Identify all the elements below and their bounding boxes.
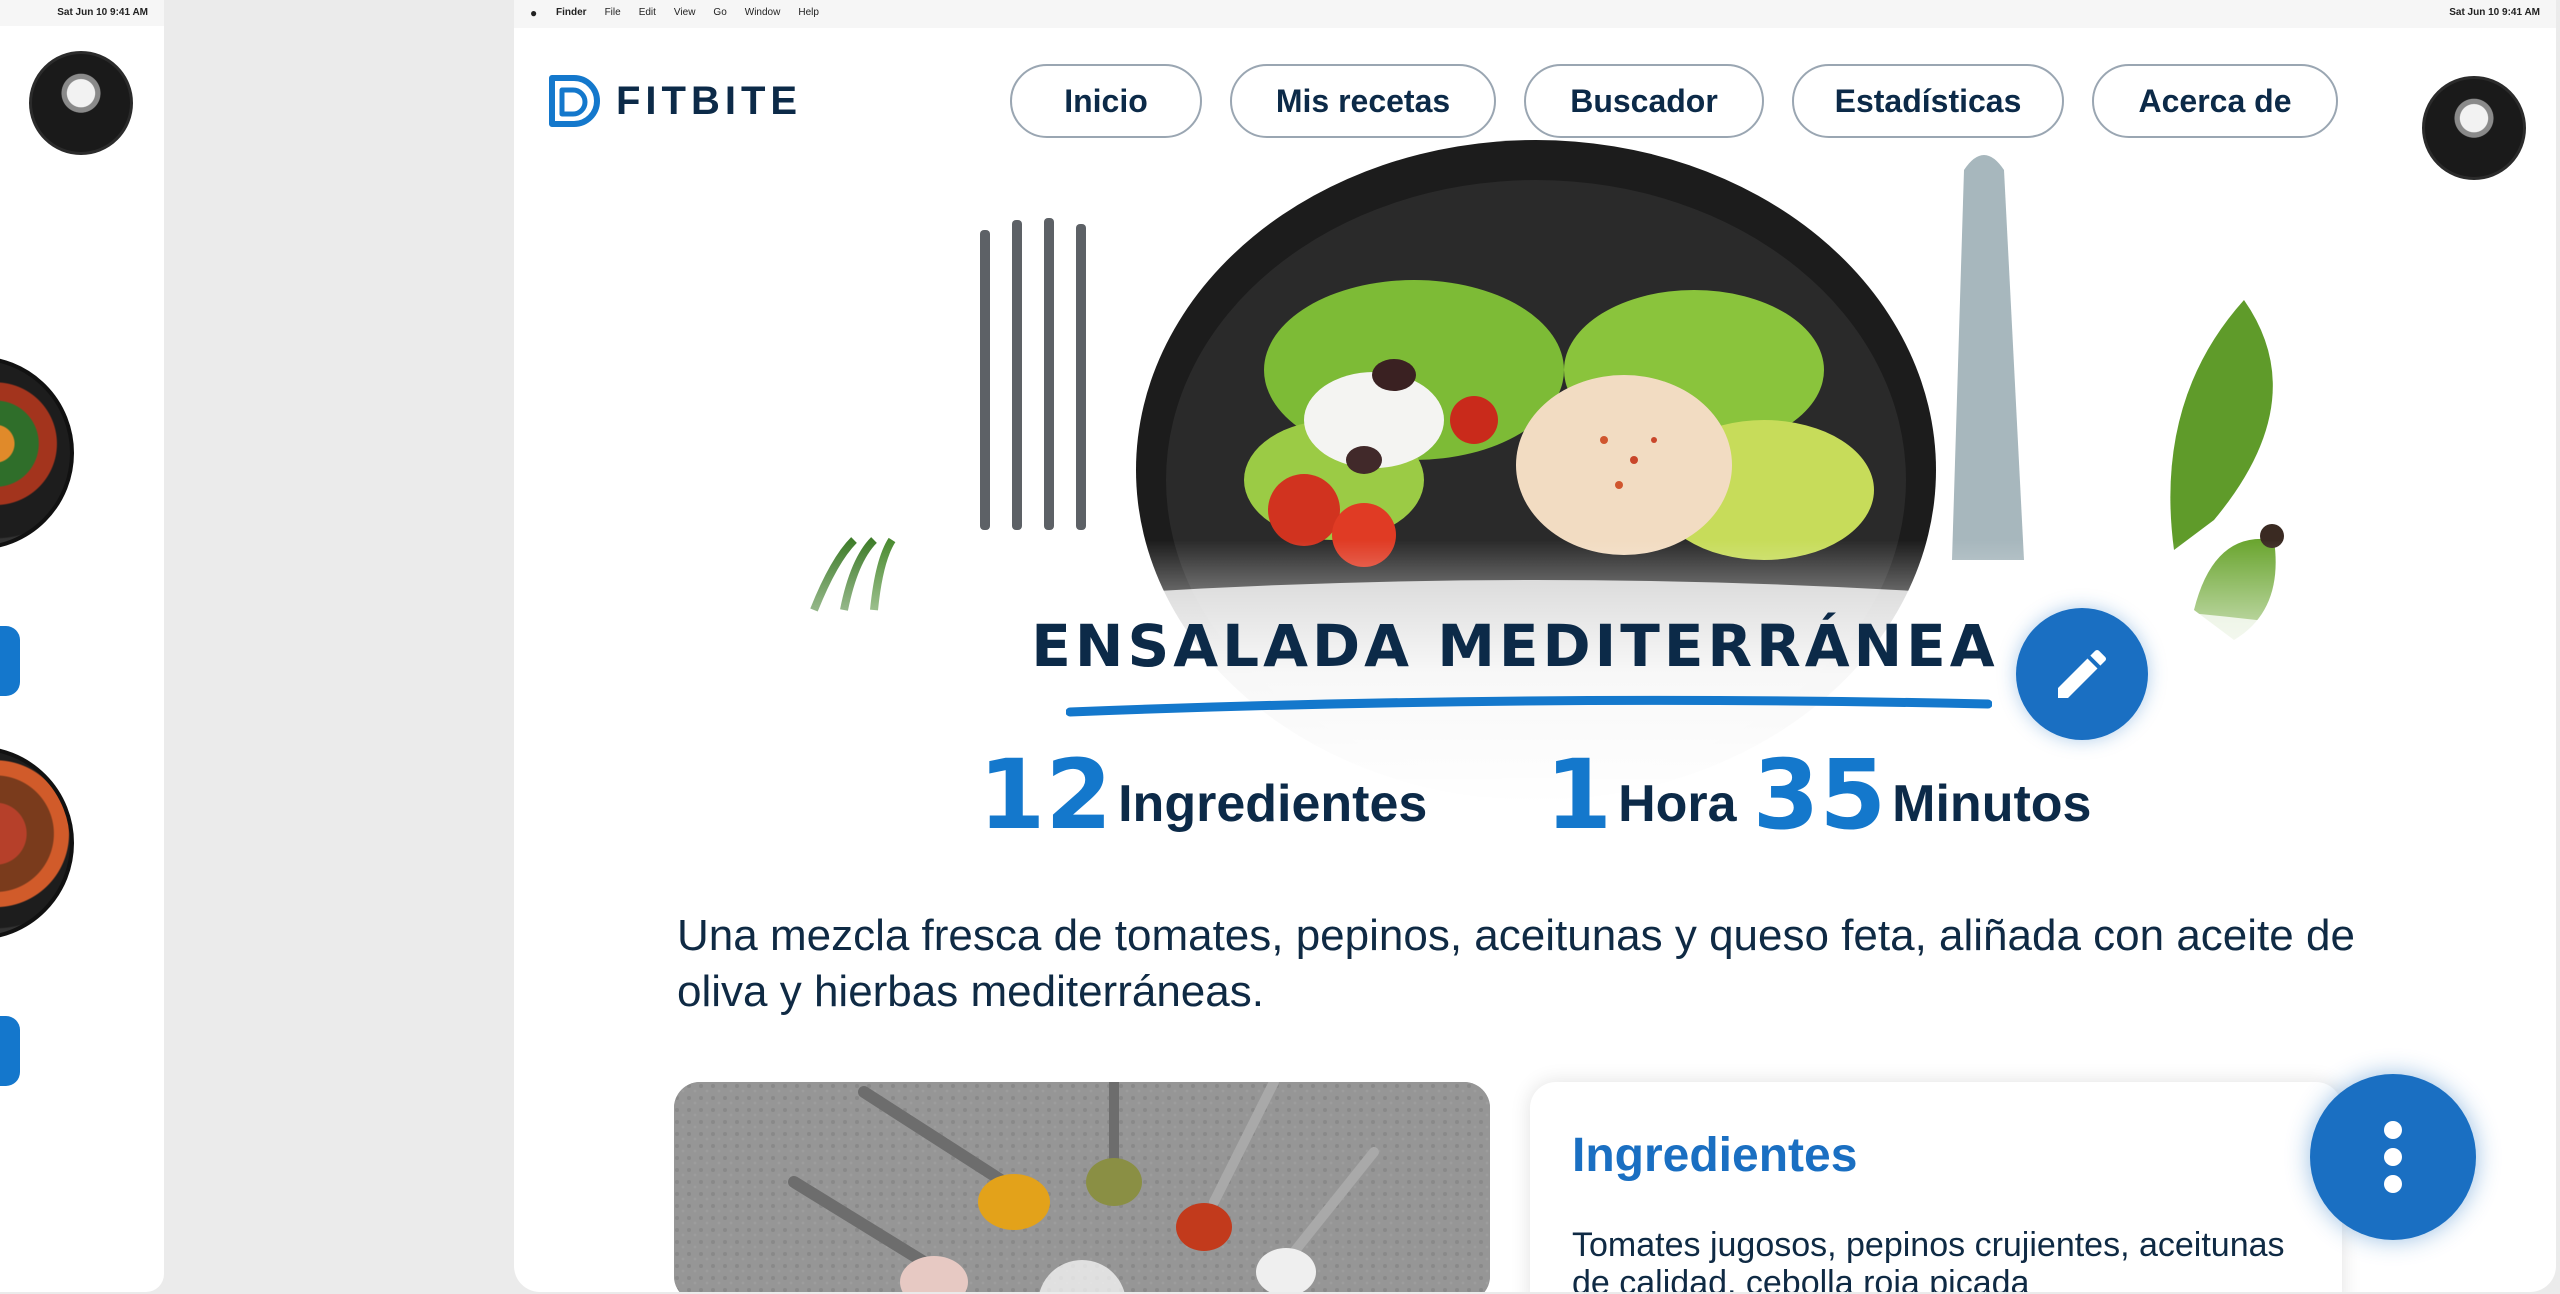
menu-go[interactable]: Go bbox=[713, 7, 726, 18]
nav-estadisticas-button[interactable]: Estadísticas bbox=[1792, 64, 2064, 138]
basil-leaf-icon bbox=[2170, 300, 2273, 550]
os-menubar: ● Finder File Edit View Go Window Help S… bbox=[514, 0, 2556, 28]
menu-finder[interactable]: Finder bbox=[556, 7, 587, 18]
title-underline bbox=[1066, 695, 1992, 717]
edit-recipe-button[interactable] bbox=[2016, 608, 2148, 740]
menu-help[interactable]: Help bbox=[798, 7, 819, 18]
nav-mis-recetas-button[interactable]: Mis recetas bbox=[1230, 64, 1496, 138]
app-header: FITBITE Inicio Mis recetas Buscador Esta… bbox=[514, 28, 2556, 180]
ingredients-stat: 12 Ingredientes bbox=[978, 739, 1428, 851]
time-minutes: 35 bbox=[1752, 739, 1887, 851]
time-minutes-label: Minutos bbox=[1892, 775, 2092, 834]
menu-view[interactable]: View bbox=[674, 7, 696, 18]
spices-image bbox=[674, 1082, 1490, 1292]
brand-name: FITBITE bbox=[616, 78, 803, 123]
left-avatar[interactable] bbox=[29, 51, 133, 155]
time-stat: 1 Hora 35 Minutos bbox=[1545, 739, 2092, 851]
more-vertical-icon bbox=[2384, 1121, 2402, 1139]
menu-edit[interactable]: Edit bbox=[639, 7, 656, 18]
hero-fade bbox=[514, 540, 2556, 920]
recipe-title-wrap: ENSALADA MEDITERRÁNEA bbox=[514, 612, 2556, 680]
left-menubar-clock: Sat Jun 10 9:41 AM bbox=[57, 7, 148, 18]
pencil-icon bbox=[2058, 649, 2107, 698]
main-window: ● Finder File Edit View Go Window Help S… bbox=[514, 0, 2556, 1292]
recipe-stats: 12 Ingredientes 1 Hora 35 Minutos bbox=[514, 739, 2556, 851]
ingredients-card: Ingredientes Tomates jugosos, pepinos cr… bbox=[1530, 1082, 2342, 1292]
recipe-description: Una mezcla fresca de tomates, pepinos, a… bbox=[677, 911, 2355, 1016]
fitbite-logo-icon bbox=[549, 75, 600, 127]
recipe-video-thumbnail[interactable] bbox=[674, 1082, 1490, 1292]
more-options-button[interactable] bbox=[2310, 1074, 2476, 1240]
menubar-clock: Sat Jun 10 9:41 AM bbox=[2449, 7, 2540, 18]
ingredients-count: 12 bbox=[978, 739, 1113, 851]
brand-logo[interactable]: FITBITE bbox=[544, 72, 802, 130]
left-window-menubar: Sat Jun 10 9:41 AM bbox=[0, 0, 164, 26]
ingredients-card-text: Tomates jugosos, pepinos crujientes, ace… bbox=[1572, 1226, 2285, 1292]
recipe-thumbnail-image[interactable] bbox=[0, 356, 74, 550]
knife-icon bbox=[1952, 155, 2024, 560]
nav-acerca-de-button[interactable]: Acerca de bbox=[2092, 64, 2338, 138]
nav-inicio-button[interactable]: Inicio bbox=[1010, 64, 1202, 138]
ingredients-card-title: Ingredientes bbox=[1572, 1129, 1858, 1182]
recipe-card-tab[interactable] bbox=[0, 1016, 20, 1086]
main-nav: Inicio Mis recetas Buscador Estadísticas… bbox=[1010, 64, 2338, 138]
apple-icon[interactable]: ● bbox=[530, 6, 537, 20]
nav-buscador-button[interactable]: Buscador bbox=[1524, 64, 1764, 138]
fork-icon bbox=[980, 218, 1086, 530]
menu-file[interactable]: File bbox=[605, 7, 621, 18]
os-menu-list: Finder File Edit View Go Window Help bbox=[556, 7, 819, 18]
recipe-card-tab[interactable] bbox=[0, 626, 20, 696]
left-window-panel bbox=[0, 26, 164, 1292]
ingredients-label: Ingredientes bbox=[1118, 775, 1428, 834]
time-hours-label: Hora bbox=[1618, 775, 1737, 834]
time-hours: 1 bbox=[1545, 739, 1613, 851]
recipe-title: ENSALADA MEDITERRÁNEA bbox=[1031, 612, 1999, 680]
menu-window[interactable]: Window bbox=[745, 7, 781, 18]
recipe-thumbnail-image[interactable] bbox=[0, 746, 74, 940]
